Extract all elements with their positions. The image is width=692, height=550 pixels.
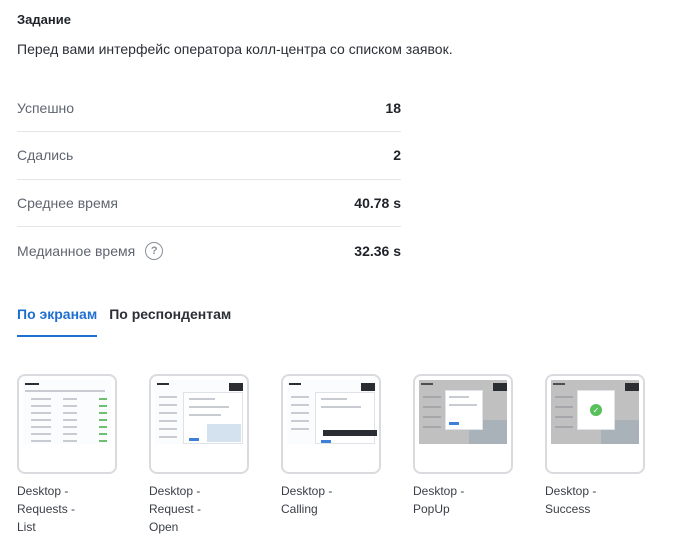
screen-card[interactable]: Desktop - PopUp [413,374,513,536]
stat-value: 40.78 s [354,194,401,211]
screen-caption: Desktop - Request - Open [149,484,202,534]
stats-list: Успешно 18 Сдались 2 Среднее время 40.78… [17,85,401,274]
tab-by-screens[interactable]: По экранам [17,306,98,337]
stat-row-median-time: Медианное время ? 32.36 s [17,227,401,274]
screen-thumbnail[interactable] [413,374,513,474]
thumbnail-preview [23,380,111,444]
screen-thumbnail[interactable] [149,374,249,474]
thumbnail-preview [287,380,377,444]
screen-thumbnail[interactable]: ✓ [545,374,645,474]
screen-card[interactable]: Desktop - Requests - List [17,374,117,536]
screen-caption: Desktop - Calling [281,484,333,516]
stat-label: Среднее время [17,194,118,211]
stat-label: Медианное время [17,242,136,259]
stat-label: Успешно [17,100,75,117]
stat-row-success: Успешно 18 [17,85,401,133]
stat-label: Сдались [17,147,74,164]
screen-caption: Desktop - PopUp [413,484,465,516]
task-description: Перед вами интерфейс оператора колл-цент… [17,41,453,57]
stat-value: 32.36 s [354,242,401,259]
screen-card[interactable]: Desktop - Calling [281,374,381,536]
screen-card[interactable]: ✓ Desktop - Success [545,374,645,536]
screen-thumbnail[interactable] [281,374,381,474]
stat-row-average-time: Среднее время 40.78 s [17,180,401,227]
thumbnail-preview [419,380,507,444]
task-title: Задание [17,12,71,27]
screen-caption: Desktop - Success [545,484,597,516]
stat-row-gave-up: Сдались 2 [17,132,401,180]
screen-thumbnails: Desktop - Requests - List Desktop - Requ… [17,374,645,536]
stat-value: 2 [393,147,401,164]
stat-label-with-help: Медианное время ? [17,241,164,260]
question-circle-icon[interactable]: ? [145,241,164,260]
screen-thumbnail[interactable] [17,374,117,474]
screen-card[interactable]: Desktop - Request - Open [149,374,249,536]
thumbnail-preview: ✓ [551,380,639,444]
success-check-icon: ✓ [590,404,602,416]
stat-value: 18 [385,100,401,117]
thumbnail-preview [155,380,243,444]
screen-caption: Desktop - Requests - List [17,484,76,534]
tab-by-respondents[interactable]: По респондентам [109,306,231,337]
tab-bar: По экранам По респондентам [17,306,231,337]
